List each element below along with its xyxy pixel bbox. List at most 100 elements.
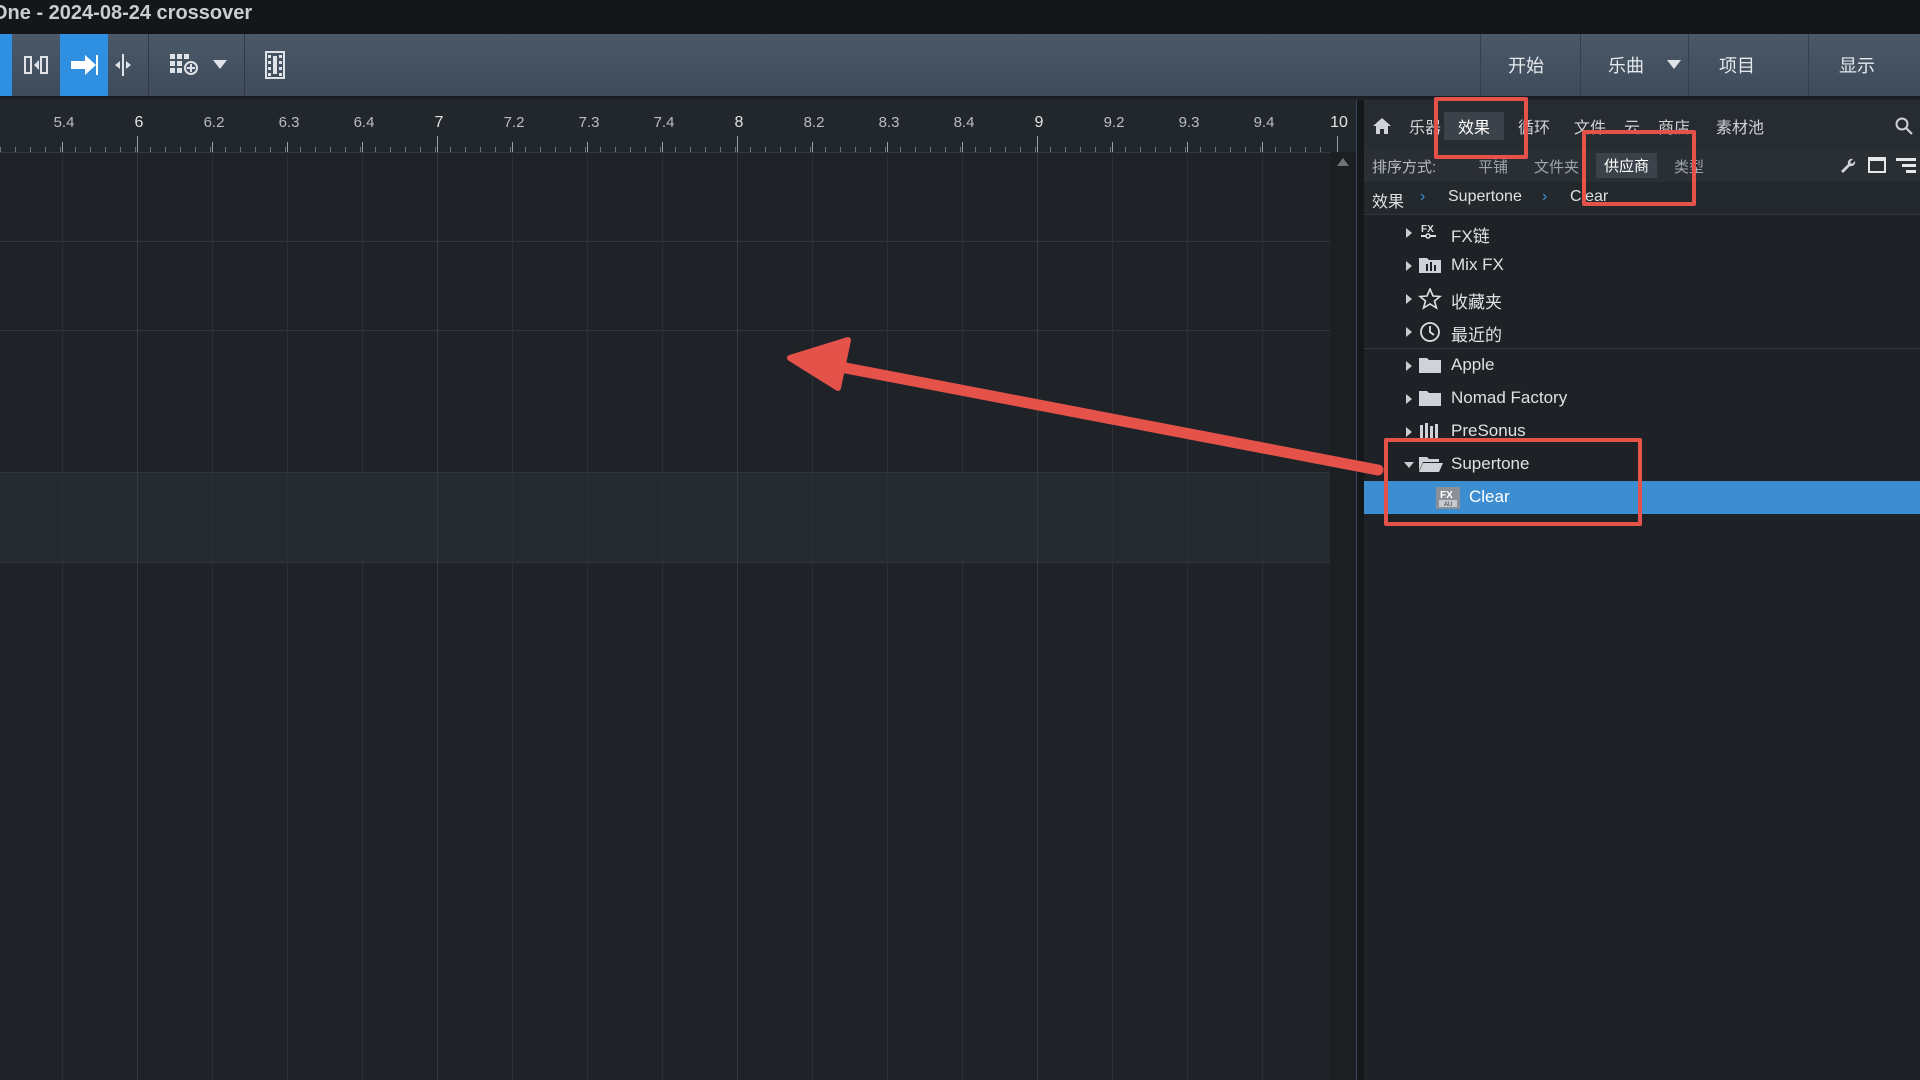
grid-line bbox=[587, 152, 588, 1080]
nav-song-button[interactable]: 乐曲 bbox=[1580, 34, 1671, 96]
expand-arrow-icon[interactable] bbox=[1406, 261, 1412, 271]
ruler-tick bbox=[587, 142, 588, 152]
grid-line bbox=[212, 152, 213, 1080]
ruler-tick-label: 8.4 bbox=[953, 114, 975, 131]
breadcrumb-effects[interactable]: 效果 bbox=[1372, 188, 1404, 212]
timeline-ruler[interactable]: 5.4 6 6.2 6.3 6.4 7 7.2 7.3 7.4 8 8.2 8.3 8.4 9 9.2 9.3… bbox=[0, 100, 1356, 153]
grid-line bbox=[512, 152, 513, 1080]
highlight-supertone-clear bbox=[1384, 438, 1642, 526]
ruler-tick-label: 9.4 bbox=[1253, 114, 1275, 131]
ruler-tick-label: 6.2 bbox=[203, 114, 225, 131]
sort-label: 排序方式: bbox=[1372, 159, 1437, 176]
ruler-tick-label: 5.4 bbox=[53, 114, 75, 131]
tree-item-mix-fx[interactable]: Mix FX bbox=[1364, 249, 1920, 282]
split-icon[interactable] bbox=[110, 34, 136, 96]
expand-arrow-icon[interactable] bbox=[1406, 427, 1412, 437]
nav-song-dropdown[interactable] bbox=[1660, 34, 1688, 96]
ruler-tick bbox=[812, 142, 813, 152]
wrench-icon[interactable] bbox=[1838, 156, 1856, 178]
expand-arrow-icon[interactable] bbox=[1406, 361, 1412, 371]
star-icon bbox=[1417, 286, 1443, 310]
ruler-tick-label: 8.3 bbox=[878, 114, 900, 131]
ruler-tick-label: 8.2 bbox=[803, 114, 825, 131]
tree-item-nomad-factory[interactable]: Nomad Factory bbox=[1364, 382, 1920, 415]
grid-line bbox=[62, 152, 63, 1080]
ruler-tick bbox=[1337, 136, 1338, 152]
arrange-view[interactable]: 5.4 6 6.2 6.3 6.4 7 7.2 7.3 7.4 8 8.2 8.3 8.4 9 9.2 9.3… bbox=[0, 100, 1356, 1080]
title-bar: One - 2024-08-24 crossover bbox=[0, 0, 1920, 34]
ruler-tick-label: 9 bbox=[1034, 114, 1044, 131]
grid-line bbox=[737, 152, 738, 1080]
nav-start-button[interactable]: 开始 bbox=[1480, 34, 1571, 96]
breadcrumb-chevron-icon: › bbox=[1542, 188, 1548, 205]
ruler-tick-label: 6.3 bbox=[278, 114, 300, 131]
ruler-tick-label: 8 bbox=[734, 114, 744, 131]
grid-line bbox=[1187, 152, 1188, 1080]
window-title: One - 2024-08-24 crossover bbox=[0, 2, 253, 24]
nav-project-button[interactable]: 项目 bbox=[1688, 34, 1785, 96]
grid-line bbox=[362, 152, 363, 1080]
ruler-tick bbox=[62, 142, 63, 152]
highlight-effects-tab bbox=[1434, 97, 1528, 159]
grid-line bbox=[137, 152, 138, 1080]
ruler-tick-label: 10 bbox=[1330, 114, 1348, 131]
sort-flat[interactable]: 平铺 bbox=[1478, 156, 1508, 177]
expand-arrow-icon[interactable] bbox=[1406, 294, 1412, 304]
grid-line bbox=[1262, 152, 1263, 1080]
selected-track-lane[interactable] bbox=[0, 472, 1330, 562]
tree-item-recent[interactable]: 最近的 bbox=[1364, 315, 1920, 348]
breadcrumb-supertone[interactable]: Supertone bbox=[1448, 188, 1522, 206]
dropdown-arrow-icon[interactable] bbox=[208, 34, 232, 96]
arrange-grid[interactable] bbox=[0, 152, 1338, 1080]
grid-line bbox=[662, 152, 663, 1080]
ruler-tick-label: 7.3 bbox=[578, 114, 600, 131]
ruler-tick bbox=[962, 142, 963, 152]
ruler-tick bbox=[1262, 142, 1263, 152]
list-view-icon[interactable] bbox=[1896, 157, 1916, 177]
ruler-tick bbox=[287, 142, 288, 152]
window-icon[interactable] bbox=[1868, 157, 1886, 177]
film-icon[interactable] bbox=[258, 34, 292, 96]
ruler-tick bbox=[512, 142, 513, 152]
insert-icon[interactable] bbox=[18, 34, 54, 96]
ruler-tick-label: 7.4 bbox=[653, 114, 675, 131]
ruler-tick bbox=[137, 136, 138, 152]
chevron-down-icon bbox=[1667, 60, 1681, 69]
grid-add-icon[interactable] bbox=[164, 34, 204, 96]
folder-icon bbox=[1418, 355, 1442, 375]
ruler-tick bbox=[1037, 136, 1038, 152]
ruler-tick bbox=[212, 142, 213, 152]
ruler-tick bbox=[662, 142, 663, 152]
tree-item-fx-chains[interactable]: FX FX链 bbox=[1364, 216, 1920, 249]
ruler-tick bbox=[887, 142, 888, 152]
grid-line bbox=[812, 152, 813, 1080]
grid-line bbox=[437, 152, 438, 1080]
tree-item-apple[interactable]: Apple bbox=[1364, 349, 1920, 382]
search-icon[interactable] bbox=[1892, 112, 1916, 140]
ruler-tick bbox=[1112, 142, 1113, 152]
ruler-tick bbox=[1187, 142, 1188, 152]
ruler-tick-label: 7.2 bbox=[503, 114, 525, 131]
expand-arrow-icon[interactable] bbox=[1406, 327, 1412, 337]
main-toolbar: 开始 乐曲 项目 显示 bbox=[0, 34, 1920, 98]
home-icon[interactable] bbox=[1368, 112, 1396, 140]
expand-arrow-icon[interactable] bbox=[1406, 228, 1412, 238]
highlight-vendor-sort bbox=[1582, 130, 1696, 206]
vertical-scrollbar[interactable] bbox=[1330, 152, 1356, 1080]
mix-fx-icon bbox=[1418, 255, 1442, 275]
grid-line bbox=[962, 152, 963, 1080]
expand-arrow-icon[interactable] bbox=[1406, 394, 1412, 404]
tab-pool[interactable]: 素材池 bbox=[1712, 112, 1768, 140]
scroll-up-icon[interactable] bbox=[1337, 158, 1349, 166]
ruler-tick-label: 7 bbox=[434, 114, 444, 131]
ruler-tick-label: 6 bbox=[134, 114, 144, 131]
ruler-tick-label: 9.3 bbox=[1178, 114, 1200, 131]
tree-item-favorites[interactable]: 收藏夹 bbox=[1364, 282, 1920, 315]
sort-folder[interactable]: 文件夹 bbox=[1534, 156, 1579, 177]
ruler-tick-label: 6.4 bbox=[353, 114, 375, 131]
grid-line bbox=[287, 152, 288, 1080]
fx-chain-icon: FX bbox=[1418, 222, 1442, 242]
nav-show-button[interactable]: 显示 bbox=[1808, 34, 1905, 96]
arrow-right-icon[interactable] bbox=[60, 34, 108, 96]
breadcrumb-chevron-icon: › bbox=[1420, 188, 1426, 205]
